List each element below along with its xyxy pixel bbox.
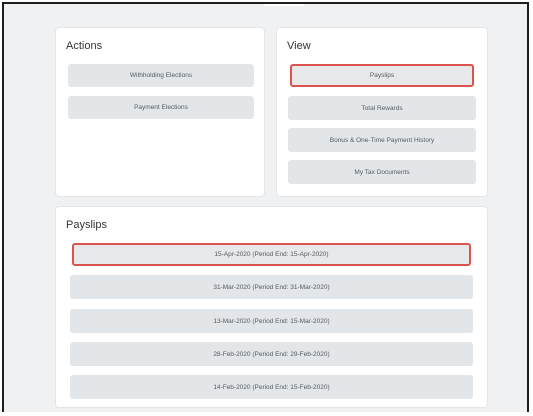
my-tax-documents-button[interactable]: My Tax Documents [288, 160, 476, 184]
payslips-card: Payslips 15-Apr-2020 (Period End: 15-Apr… [56, 207, 487, 407]
view-card: View Payslips Total Rewards Bonus & One-… [277, 28, 487, 196]
payslip-row[interactable]: 15-Apr-2020 (Period End: 15-Apr-2020) [72, 243, 471, 266]
total-rewards-button[interactable]: Total Rewards [288, 96, 476, 120]
payslip-row[interactable]: 14-Feb-2020 (Period End: 15-Feb-2020) [70, 375, 473, 399]
payslips-title: Payslips [66, 219, 107, 231]
actions-title: Actions [66, 40, 103, 52]
view-title: View [287, 40, 311, 52]
withholding-elections-button[interactable]: Withholding Elections [68, 64, 254, 87]
payment-elections-button[interactable]: Payment Elections [68, 96, 254, 119]
frame-notch [264, 4, 304, 6]
payslip-row[interactable]: 31-Mar-2020 (Period End: 31-Mar-2020) [70, 275, 473, 299]
payslip-row[interactable]: 28-Feb-2020 (Period End: 29-Feb-2020) [70, 342, 473, 366]
bonus-payment-history-button[interactable]: Bonus & One-Time Payment History [288, 128, 476, 152]
actions-card: Actions Withholding Elections Payment El… [56, 28, 264, 196]
payslip-row[interactable]: 13-Mar-2020 (Period End: 15-Mar-2020) [70, 309, 473, 333]
payslips-view-button[interactable]: Payslips [290, 64, 474, 87]
app-frame: Actions Withholding Elections Payment El… [2, 2, 529, 412]
